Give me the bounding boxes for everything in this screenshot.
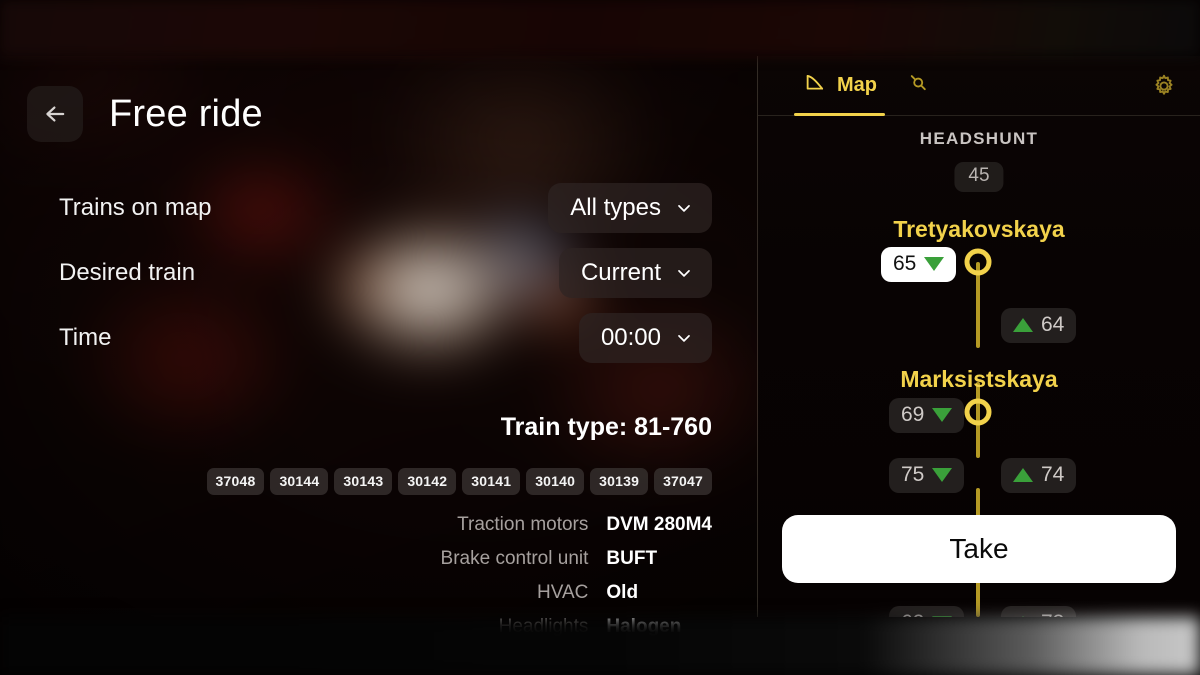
dropdown-trains-on-map[interactable]: All types xyxy=(548,182,712,233)
top-system-bar-overlay xyxy=(0,0,1200,56)
map-panel: Map HEADSHUNT 45 Tretyakovskaya 65 64 Ma… xyxy=(758,56,1200,617)
arrow-down-icon xyxy=(924,257,945,271)
car-number-chip[interactable]: 30141 xyxy=(462,468,521,495)
spec-value: DVM 280M4 xyxy=(606,514,712,535)
spec-key: HVAC xyxy=(537,582,589,603)
station-ring-marker[interactable] xyxy=(964,398,992,426)
car-number-chip[interactable]: 37047 xyxy=(654,468,712,495)
station-name-tretyakovskaya[interactable]: Tretyakovskaya xyxy=(758,216,1200,243)
speed-badge-64[interactable]: 64 xyxy=(1001,308,1077,343)
back-button[interactable] xyxy=(27,86,83,142)
speed-value: 69 xyxy=(901,403,925,426)
station-name-marksistskaya[interactable]: Marksistskaya xyxy=(758,366,1200,393)
dropdown-desired-train[interactable]: Current xyxy=(558,247,712,298)
speed-badge-73[interactable]: 73 xyxy=(1001,606,1077,617)
speed-value: 65 xyxy=(893,252,917,275)
content-area: Free ride Trains on map All types Desire… xyxy=(0,56,1200,637)
label-trains-on-map: Trains on map xyxy=(59,193,212,221)
tab-map-label: Map xyxy=(837,74,877,96)
speed-badge-65[interactable]: 65 xyxy=(881,247,957,282)
spec-value: BUFT xyxy=(606,548,658,569)
bottom-system-bar xyxy=(0,617,1200,675)
spec-key: Traction motors xyxy=(457,514,589,535)
arrow-up-icon xyxy=(1013,318,1033,332)
arrow-left-icon xyxy=(41,100,69,128)
car-number-chip[interactable]: 30143 xyxy=(334,468,393,495)
page-title: Free ride xyxy=(109,92,263,135)
label-desired-train: Desired train xyxy=(59,258,196,286)
headshunt-badge: 45 xyxy=(954,162,1004,192)
station-ring-marker[interactable] xyxy=(964,248,992,276)
arrow-down-icon xyxy=(932,468,953,482)
car-number-chip[interactable]: 30139 xyxy=(590,468,649,495)
chevron-down-icon xyxy=(674,263,694,283)
headshunt-label: HEADSHUNT xyxy=(919,129,1039,148)
settings-form: Trains on map All types Desired train Cu… xyxy=(0,175,712,370)
tab-map[interactable]: Map xyxy=(788,56,891,116)
car-number-chip[interactable]: 30140 xyxy=(526,468,585,495)
dropdown-value-desired-train: Current xyxy=(580,258,661,286)
arrow-down-icon xyxy=(932,408,953,422)
route-map-icon xyxy=(802,70,828,101)
label-time: Time xyxy=(59,323,112,351)
chevron-down-icon xyxy=(674,328,694,348)
car-number-chip[interactable]: 30144 xyxy=(270,468,329,495)
take-button[interactable]: Take xyxy=(782,515,1176,583)
tab-search[interactable] xyxy=(891,56,945,116)
speed-value: 75 xyxy=(901,463,925,486)
speed-badge-74[interactable]: 74 xyxy=(1001,458,1077,493)
speed-badge-62[interactable]: 62 xyxy=(889,606,965,617)
map-tabbar: Map xyxy=(758,56,1200,116)
dropdown-value-trains-on-map: All types xyxy=(570,193,661,221)
spec-key: Brake control unit xyxy=(440,548,589,569)
search-line-icon xyxy=(905,70,931,101)
spec-value: Old xyxy=(606,582,639,603)
form-row-time: Time 00:00 xyxy=(0,305,712,370)
settings-button[interactable] xyxy=(1150,72,1178,100)
chevron-down-icon xyxy=(674,198,694,218)
dropdown-time[interactable]: 00:00 xyxy=(578,312,712,363)
form-row-desired-train: Desired train Current xyxy=(0,240,712,305)
form-row-trains-on-map: Trains on map All types xyxy=(0,175,712,240)
route-strip: HEADSHUNT 45 Tretyakovskaya 65 64 Marksi… xyxy=(758,116,1200,617)
free-ride-panel: Free ride Trains on map All types Desire… xyxy=(0,56,757,637)
train-type-heading: Train type: 81-760 xyxy=(500,413,712,441)
speed-badge-75[interactable]: 75 xyxy=(889,458,965,493)
dropdown-value-time: 00:00 xyxy=(600,323,661,351)
arrow-up-icon xyxy=(1013,468,1033,482)
car-number-chip[interactable]: 37048 xyxy=(206,468,265,495)
gear-icon xyxy=(1150,74,1178,104)
speed-value: 64 xyxy=(1041,313,1065,336)
app-root: Free ride Trains on map All types Desire… xyxy=(0,0,1200,675)
speed-value: 74 xyxy=(1041,463,1065,486)
car-number-list: 37048 30144 30143 30142 30141 30140 3013… xyxy=(206,468,712,495)
car-number-chip[interactable]: 30142 xyxy=(398,468,457,495)
panel-header: Free ride xyxy=(27,86,263,142)
speed-badge-69[interactable]: 69 xyxy=(889,398,965,433)
